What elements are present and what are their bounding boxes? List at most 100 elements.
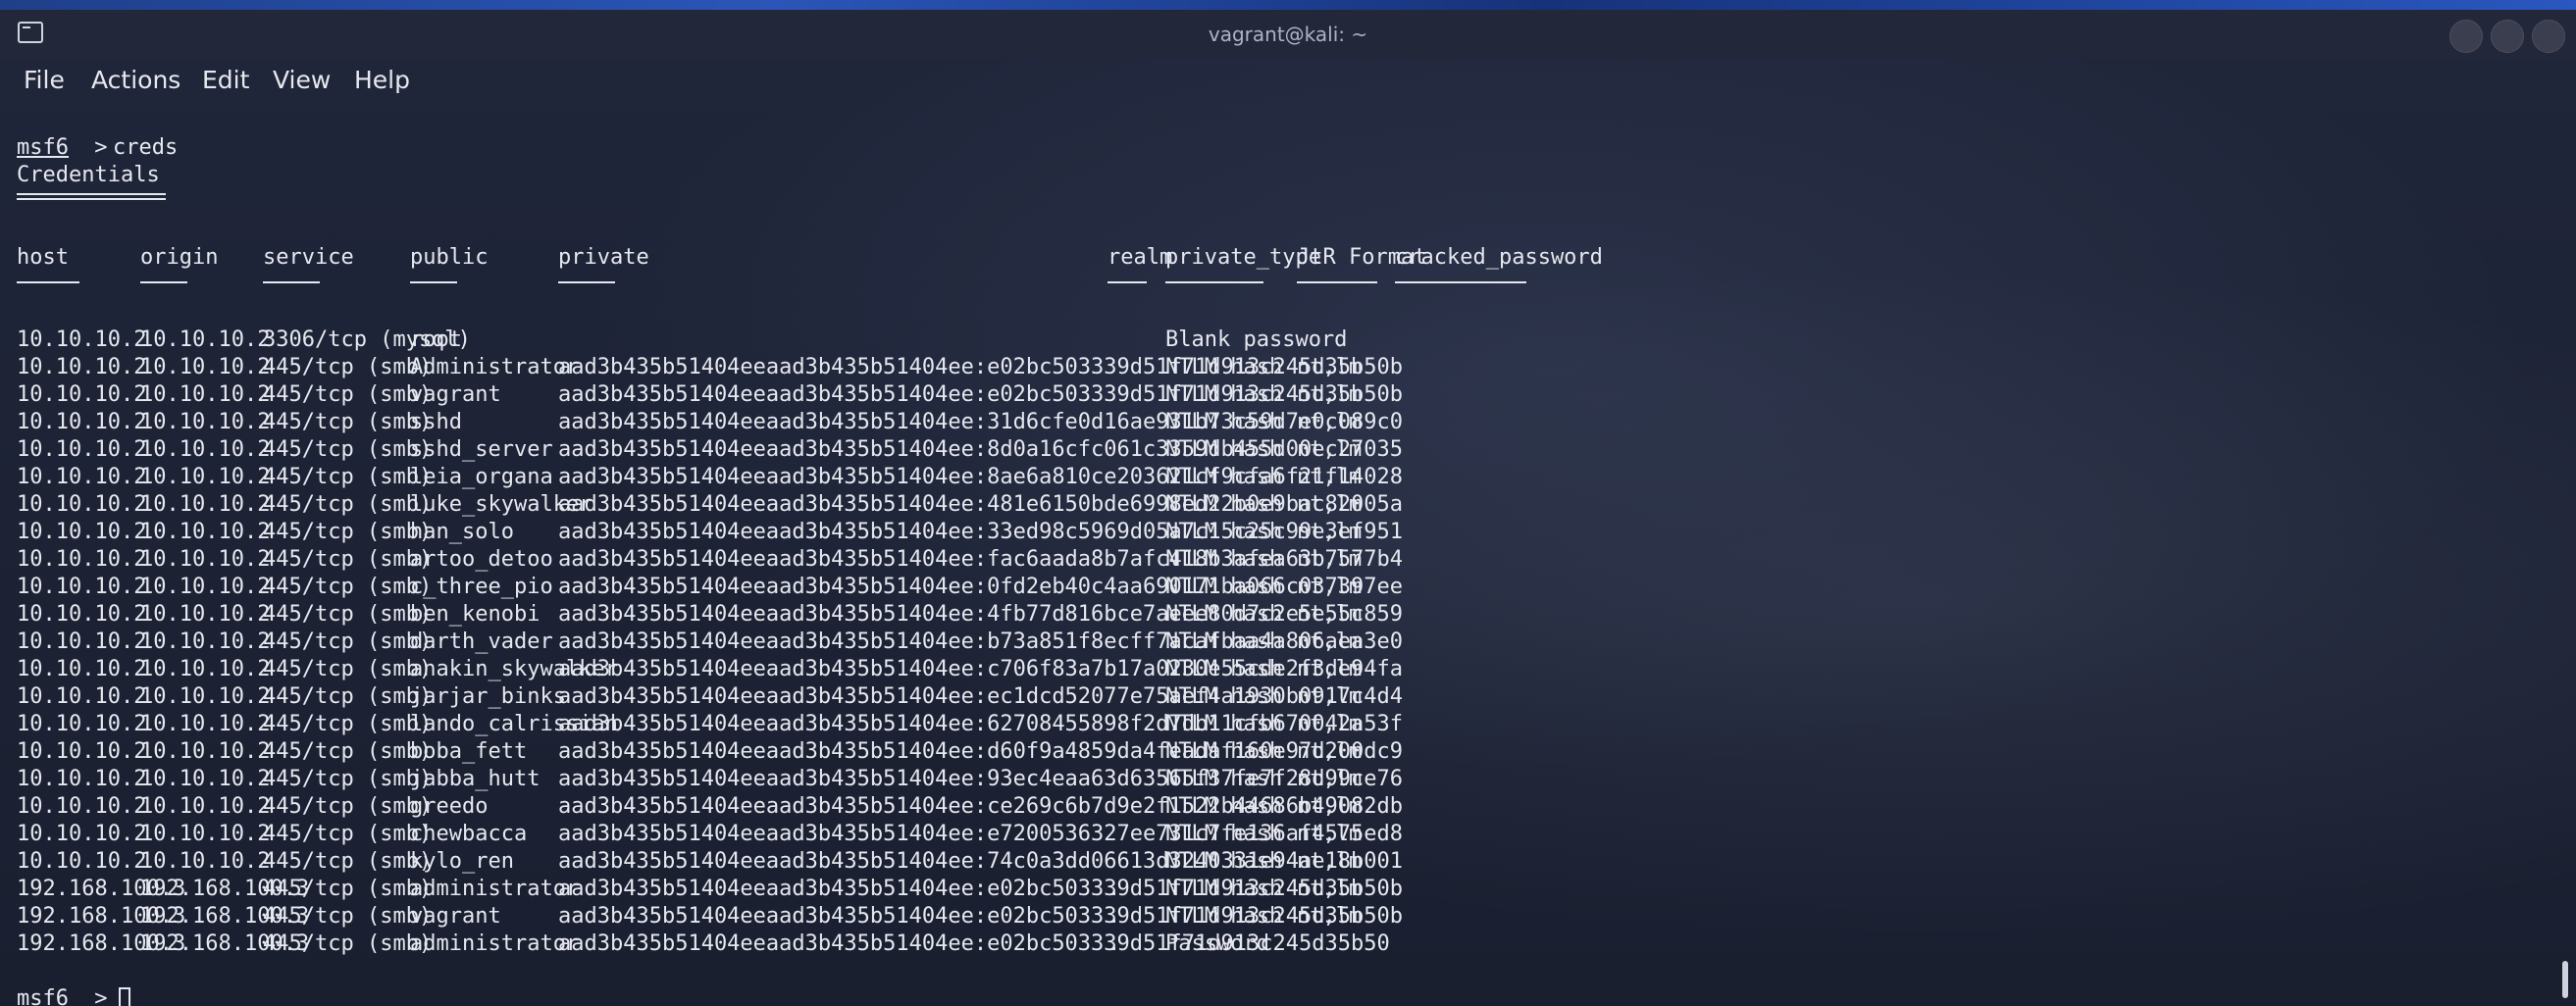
- cell-service: 445/tcp (smb): [263, 739, 433, 764]
- column-header-host: host: [17, 245, 69, 270]
- menu-file[interactable]: File: [24, 66, 65, 94]
- cell-service: 445/tcp (smb): [263, 822, 433, 846]
- cell-host: 10.10.10.2: [17, 327, 147, 352]
- menu-actions[interactable]: Actions: [91, 66, 180, 94]
- cell-origin: 10.10.10.2: [140, 465, 271, 489]
- table-row: 10.10.10.2 10.10.10.2 445/tcp (smb) luke_sk…: [17, 491, 2547, 519]
- cell-origin: 10.10.10.2: [140, 767, 271, 791]
- terminal-window: vagrant@kali: ~ File Actions Edit View H…: [0, 10, 2576, 1006]
- cell-private-type: NTLM hash: [1165, 849, 1283, 874]
- menu-bar: File Actions Edit View Help: [0, 59, 2576, 104]
- cell-public: han_solo: [410, 520, 514, 544]
- cell-private-type: NTLM hash: [1165, 520, 1283, 544]
- cell-service: 445/tcp (smb): [263, 575, 433, 599]
- cell-private-type: Password: [1165, 931, 1269, 956]
- table-row: 10.10.10.2 10.10.10.2 445/tcp (smb) sshd_se…: [17, 436, 2547, 464]
- column-underline: [1108, 281, 1147, 283]
- cell-origin: 10.10.10.2: [140, 712, 271, 736]
- table-row: 10.10.10.2 10.10.10.2 445/tcp (smb) lando_c…: [17, 711, 2547, 738]
- cell-public: jabba_hutt: [410, 767, 541, 791]
- menu-help[interactable]: Help: [354, 66, 410, 94]
- cell-host: 10.10.10.2: [17, 629, 147, 654]
- maximize-button[interactable]: [2491, 20, 2524, 53]
- cell-realm: .: [1108, 931, 1121, 956]
- table-row: 10.10.10.2 10.10.10.2 445/tcp (smb) jarjar_…: [17, 683, 2547, 711]
- cell-private-type: NTLM hash: [1165, 465, 1283, 489]
- cell-host: 10.10.10.2: [17, 547, 147, 572]
- table-row: 10.10.10.2 10.10.10.2 445/tcp (smb) sshd aad…: [17, 409, 2547, 436]
- title-bar[interactable]: vagrant@kali: ~: [0, 10, 2576, 59]
- cell-origin: 10.10.10.2: [140, 437, 271, 462]
- table-row: 10.10.10.2 10.10.10.2 445/tcp (smb) c_three…: [17, 574, 2547, 601]
- table-row: 10.10.10.2 10.10.10.2 445/tcp (smb) leia_or…: [17, 464, 2547, 491]
- cell-public: vagrant: [410, 382, 501, 407]
- cell-jtr-format: nt,lm: [1297, 492, 1363, 517]
- cell-origin: 10.10.10.2: [140, 410, 271, 434]
- scrollbar[interactable]: [2562, 961, 2568, 998]
- cell-host: 10.10.10.2: [17, 492, 147, 517]
- cell-private-type: NTLM hash: [1165, 629, 1283, 654]
- table-row: 10.10.10.2 10.10.10.2 445/tcp (smb) boba_fe…: [17, 738, 2547, 766]
- cell-jtr-format: nt,lm: [1297, 382, 1363, 407]
- text-cursor[interactable]: [119, 986, 130, 1006]
- menu-edit[interactable]: Edit: [202, 66, 249, 94]
- cell-service: 445/tcp (smb): [263, 794, 433, 819]
- command-line: msf6 > creds: [17, 134, 2547, 162]
- window-title: vagrant@kali: ~: [1208, 23, 1368, 46]
- prompt-arrow: >: [81, 986, 121, 1006]
- cell-jtr-format: nt,lm: [1297, 437, 1363, 462]
- column-header-public: public: [410, 245, 489, 270]
- cell-private-type: NTLM hash: [1165, 437, 1283, 462]
- cell-origin: 10.10.10.2: [140, 520, 271, 544]
- cell-origin: 10.10.10.2: [140, 822, 271, 846]
- cell-public: artoo_detoo: [410, 547, 553, 572]
- cell-host: 10.10.10.2: [17, 712, 147, 736]
- cell-private-type: NTLM hash: [1165, 877, 1283, 901]
- column-header-realm: realm: [1108, 245, 1173, 270]
- cell-host: 10.10.10.2: [17, 849, 147, 874]
- cell-public: boba_fett: [410, 739, 528, 764]
- column-underline: [1165, 281, 1263, 283]
- table-row: 10.10.10.2 10.10.10.2 445/tcp (smb) chewbac…: [17, 821, 2547, 848]
- table-row: 10.10.10.2 10.10.10.2 445/tcp (smb) vagrant…: [17, 381, 2547, 409]
- table-row: 10.10.10.2 10.10.10.2 445/tcp (smb) greedo a…: [17, 793, 2547, 821]
- table-row: 10.10.10.2 10.10.10.2 445/tcp (smb) Adminis…: [17, 354, 2547, 381]
- minimize-button[interactable]: [2449, 20, 2483, 53]
- cell-jtr-format: nt,lm: [1297, 739, 1363, 764]
- cell-private-type: NTLM hash: [1165, 739, 1283, 764]
- cell-service: 445/tcp (smb): [263, 547, 433, 572]
- cell-origin: 10.10.10.2: [140, 739, 271, 764]
- active-prompt-line[interactable]: msf6 >: [17, 985, 2547, 1006]
- cell-jtr-format: nt,lm: [1297, 465, 1363, 489]
- cell-private-type: NTLM hash: [1165, 492, 1283, 517]
- cell-host: 10.10.10.2: [17, 822, 147, 846]
- close-button[interactable]: [2532, 20, 2565, 53]
- cell-service: 445/tcp (smb): [263, 465, 433, 489]
- cell-origin: 10.10.10.2: [140, 327, 271, 352]
- cell-jtr-format: nt,lm: [1297, 602, 1363, 627]
- cell-host: 10.10.10.2: [17, 794, 147, 819]
- cell-service: 445/tcp (smb): [263, 849, 433, 874]
- column-header-service: service: [263, 245, 354, 270]
- table-row: 10.10.10.2 10.10.10.2 3306/tcp (mysql) root…: [17, 327, 2547, 354]
- column-underline: [1297, 281, 1377, 283]
- cell-private-type: NTLM hash: [1165, 547, 1283, 572]
- cell-host: 10.10.10.2: [17, 355, 147, 379]
- cell-jtr-format: nt,lm: [1297, 355, 1363, 379]
- menu-view[interactable]: View: [273, 66, 331, 94]
- cell-public: ben_kenobi: [410, 602, 541, 627]
- terminal-output[interactable]: msf6 > creds Credentials host origin servi…: [17, 134, 2547, 1006]
- cell-private-type: NTLM hash: [1165, 712, 1283, 736]
- column-underline: [410, 281, 457, 283]
- table-row: 10.10.10.2 10.10.10.2 445/tcp (smb) darth_v…: [17, 629, 2547, 656]
- table-row: 10.10.10.2 10.10.10.2 445/tcp (smb) kylo_re…: [17, 848, 2547, 876]
- cell-public: sshd_server: [410, 437, 553, 462]
- column-underline: [17, 281, 79, 283]
- cell-service: 445/tcp (smb): [263, 904, 433, 929]
- cell-origin: 10.10.10.2: [140, 382, 271, 407]
- cell-host: 10.10.10.2: [17, 437, 147, 462]
- cell-origin: 10.10.10.2: [140, 575, 271, 599]
- cell-private-type: NTLM hash: [1165, 684, 1283, 709]
